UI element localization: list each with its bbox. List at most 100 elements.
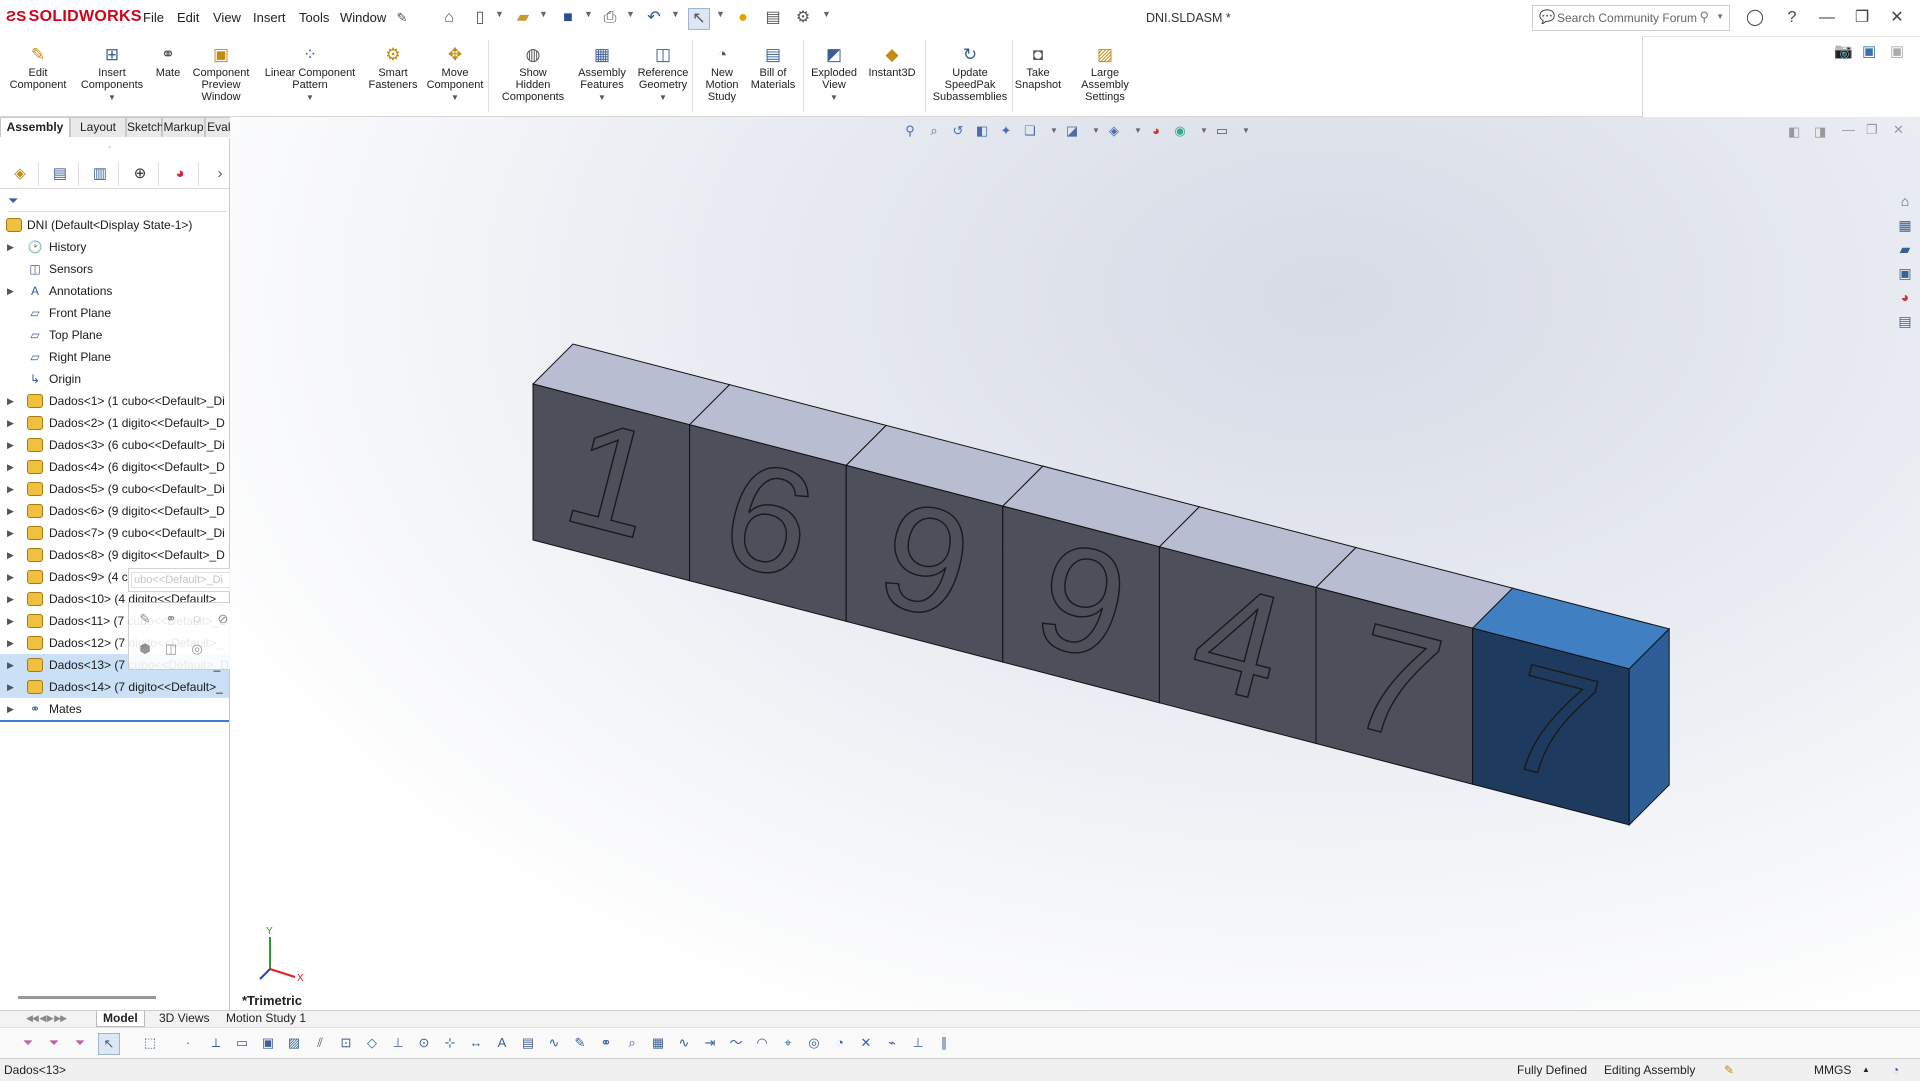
isolate-icon[interactable]: ◫ (161, 639, 181, 659)
menu-insert[interactable]: Insert (253, 10, 286, 25)
component-preview-button[interactable]: ▣ Component Preview Window (190, 36, 252, 104)
snap-tangent-icon[interactable]: ◠ (752, 1033, 772, 1053)
tree-item[interactable]: ▶ ⚭ Mates (0, 698, 229, 720)
move-component-button[interactable]: ✥ Move Component ▼ (416, 36, 494, 104)
tree-item[interactable]: ▱ Front Plane (0, 302, 229, 324)
dynamic-annotation-icon[interactable]: ✦ (996, 121, 1016, 141)
snap-point-icon[interactable]: · (178, 1033, 198, 1053)
expand-arrow-icon[interactable]: ▶ (7, 522, 14, 544)
show-hidden-button[interactable]: ◍ Show Hidden Components (494, 36, 572, 104)
snap-track-icon[interactable]: ⇥ (700, 1033, 720, 1053)
snap-face-icon[interactable]: ▨ (284, 1033, 304, 1053)
instant3d-button[interactable]: ◆ Instant3D (860, 36, 924, 80)
chevron-down-icon[interactable]: ▼ (802, 92, 866, 104)
snap-center-icon[interactable]: ◎ (804, 1033, 824, 1053)
snap-box-icon[interactable]: ▣ (258, 1033, 278, 1053)
expand-arrow-icon[interactable]: ▶ (7, 698, 14, 720)
options-caret-icon[interactable]: ▼ (822, 9, 831, 19)
large-assembly-button[interactable]: ▨ Large Assembly Settings (1066, 36, 1144, 104)
snap-mate-icon[interactable]: ⚭ (596, 1033, 616, 1053)
tree-item[interactable]: ▶ Dados<14> (7 digito<<Default>_ (0, 676, 229, 698)
linear-pattern-button[interactable]: ⁘ Linear Component Pattern ▼ (258, 36, 362, 104)
snap-sketch-icon[interactable]: ⊡ (336, 1033, 356, 1053)
pin-icon[interactable]: ✎ (392, 8, 412, 28)
snap-wave-icon[interactable]: 〜 (726, 1033, 746, 1053)
select-box-icon[interactable]: ⬚ (140, 1033, 160, 1053)
reference-geometry-button[interactable]: ◫ Reference Geometry ▼ (632, 36, 694, 104)
expand-arrow-icon[interactable]: ▶ (7, 456, 14, 478)
file-properties-icon[interactable]: ▤ (763, 8, 783, 28)
view-settings-caret-icon[interactable]: ▼ (1236, 121, 1256, 141)
help-icon[interactable]: ? (1781, 7, 1803, 29)
hide-show-items-icon[interactable]: ◈ (1104, 121, 1124, 141)
view-orientation-caret-icon[interactable]: ▼ (1044, 121, 1064, 141)
insert-components-button[interactable]: ⊞ Insert Components ▼ (76, 36, 148, 104)
filter-select-all-icon[interactable]: ⏷ (70, 1033, 90, 1053)
previous-view-icon[interactable]: ↺ (948, 121, 968, 141)
expand-arrow-icon[interactable]: ▶ (7, 280, 14, 302)
tab-markup[interactable]: Markup (162, 117, 205, 137)
speedpak-button[interactable]: ↻ Update SpeedPak Subassemblies (928, 36, 1012, 104)
viewport-restore-icon[interactable]: ❐ (1866, 122, 1878, 138)
file-explorer-icon[interactable]: ▰ (1894, 238, 1916, 260)
filter-toggle-icon[interactable]: ⏷ (18, 1033, 38, 1053)
view-orientation-icon[interactable]: ❏ (1020, 121, 1040, 141)
select-arrow-icon[interactable]: ↖ (98, 1033, 120, 1055)
expand-arrow-icon[interactable]: ▶ (7, 412, 14, 434)
tree-item[interactable]: ▶ Dados<4> (6 digito<<Default>_D (0, 456, 229, 478)
hide-show-caret-icon[interactable]: ▼ (1128, 121, 1148, 141)
snap-line-icon[interactable]: ⟂ (206, 1033, 226, 1053)
tab-motion-study-1[interactable]: Motion Study 1 (220, 1011, 312, 1026)
units-caret-icon[interactable]: ▲ (1862, 1059, 1870, 1081)
expand-arrow-icon[interactable]: ▶ (7, 610, 14, 632)
snap-ref-icon[interactable]: ▤ (518, 1033, 538, 1053)
minimize-icon[interactable]: — (1816, 7, 1838, 29)
zoom-to-area-icon[interactable]: ⌕ (924, 121, 944, 141)
undo-icon[interactable]: ↶ (644, 8, 664, 28)
tree-item[interactable]: ▶ Dados<2> (1 digito<<Default>_D (0, 412, 229, 434)
snap-perp-icon[interactable]: ⊥ (908, 1033, 928, 1053)
tree-rollback-bar[interactable] (0, 720, 229, 722)
tab-scroll-arrows-icon[interactable]: ◀◀ ◀ ▶ ▶▶ (26, 1013, 67, 1024)
tree-item[interactable]: ▶ Dados<6> (9 digito<<Default>_D (0, 500, 229, 522)
tab-layout[interactable]: Layout (70, 117, 126, 137)
configuration-manager-icon[interactable]: ▥ (82, 162, 119, 186)
snap-circle-icon[interactable]: ⊙ (414, 1033, 434, 1053)
expand-arrow-icon[interactable]: ▶ (7, 676, 14, 698)
chevron-down-icon[interactable]: ▼ (258, 92, 362, 104)
tree-item[interactable]: ▶ Dados<8> (9 digito<<Default>_D (0, 544, 229, 566)
expand-arrow-icon[interactable]: ▶ (7, 632, 14, 654)
display-style-caret-icon[interactable]: ▼ (1086, 121, 1106, 141)
snap-parallel-icon[interactable]: ∥ (934, 1033, 954, 1053)
design-library-icon[interactable]: ▦ (1894, 214, 1916, 236)
expand-arrow-icon[interactable]: ▶ (7, 500, 14, 522)
search-input[interactable]: Search Community Forum (1557, 11, 1697, 25)
tab-sketch[interactable]: Sketch (126, 117, 164, 137)
tree-item[interactable]: ▶ Dados<5> (9 cubo<<Default>_Di (0, 478, 229, 500)
expand-arrow-icon[interactable]: ▶ (7, 390, 14, 412)
menu-view[interactable]: View (213, 10, 241, 25)
tree-item[interactable]: ▶ Dados<7> (9 cubo<<Default>_Di (0, 522, 229, 544)
viewport-split-icon[interactable]: ◧ (1788, 124, 1800, 140)
expand-arrow-icon[interactable]: ▶ (7, 434, 14, 456)
dimxpert-icon[interactable]: ⊕ (122, 162, 159, 186)
undo-caret-icon[interactable]: ▼ (671, 9, 680, 19)
filter-icon[interactable]: ⏷ (8, 193, 18, 209)
snap-midpoint-icon[interactable]: ⌖ (778, 1033, 798, 1053)
snap-plane-icon[interactable]: ◇ (362, 1033, 382, 1053)
search-box[interactable]: 💬 Search Community Forum ⚲ ▼ (1532, 5, 1730, 31)
status-units[interactable]: MMGS (1814, 1059, 1851, 1081)
exploded-view-button[interactable]: ◩ Exploded View ▼ (802, 36, 866, 104)
rebuild-status-icon[interactable]: ✎ (1724, 1059, 1734, 1081)
tab-model[interactable]: Model (96, 1011, 145, 1027)
expand-arrow-icon[interactable]: ▶ (7, 654, 14, 676)
section-view-icon[interactable]: ◧ (972, 121, 992, 141)
save-icon[interactable]: ■ (558, 8, 578, 28)
snap-spline-icon[interactable]: ∿ (674, 1033, 694, 1053)
assembly-model[interactable]: 1699477 (230, 117, 1920, 1010)
mate-icon[interactable]: ⚭ (161, 609, 181, 629)
viewport-minimize-icon[interactable]: — (1842, 122, 1855, 137)
options-gear-icon[interactable]: ⚙ (793, 8, 813, 28)
print-caret-icon[interactable]: ▼ (626, 9, 635, 19)
display-style-icon[interactable]: ◪ (1062, 121, 1082, 141)
